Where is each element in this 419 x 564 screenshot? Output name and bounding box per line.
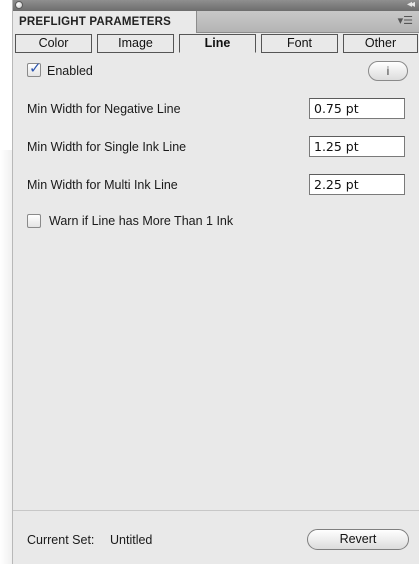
checkmark-icon: ✓ bbox=[29, 60, 42, 77]
negative-line-width-input[interactable]: 0.75 pt bbox=[309, 98, 405, 119]
tab-font[interactable]: Font bbox=[261, 34, 338, 53]
enabled-label: Enabled bbox=[47, 64, 93, 78]
panel-menu-icon[interactable]: ▾☰ bbox=[398, 15, 413, 27]
collapse-icon[interactable]: ◂◂ bbox=[407, 0, 415, 11]
warn-multi-ink-label: Warn if Line has More Than 1 Ink bbox=[49, 214, 234, 228]
preflight-parameters-panel: ◂◂ PREFLIGHT PARAMETERS ▾☰ Color Image L… bbox=[12, 0, 419, 564]
info-button[interactable]: i bbox=[368, 61, 408, 81]
enabled-checkbox[interactable]: ✓ bbox=[27, 60, 42, 77]
panel-tab-title[interactable]: PREFLIGHT PARAMETERS bbox=[13, 11, 197, 33]
close-panel-icon[interactable] bbox=[15, 1, 23, 9]
current-set-label: Current Set: bbox=[27, 533, 95, 547]
multi-ink-line-width-input[interactable]: 2.25 pt bbox=[309, 174, 405, 195]
footer-divider bbox=[13, 510, 419, 511]
multi-ink-line-label: Min Width for Multi Ink Line bbox=[27, 178, 178, 192]
single-ink-line-width-input[interactable]: 1.25 pt bbox=[309, 136, 405, 157]
category-tabs: Color Image Line Font Other bbox=[13, 34, 419, 53]
panel-tabstrip: PREFLIGHT PARAMETERS ▾☰ bbox=[13, 11, 419, 33]
current-set-value: Untitled bbox=[110, 533, 153, 547]
negative-line-label: Min Width for Negative Line bbox=[27, 102, 181, 116]
warn-multi-ink-checkbox[interactable] bbox=[27, 214, 41, 228]
tab-color[interactable]: Color bbox=[15, 34, 92, 53]
panel-titlebar: ◂◂ bbox=[13, 0, 419, 11]
revert-button[interactable]: Revert bbox=[307, 529, 409, 550]
tab-image[interactable]: Image bbox=[97, 34, 174, 53]
tab-other[interactable]: Other bbox=[343, 34, 418, 53]
background-shadow bbox=[0, 150, 12, 564]
tab-line[interactable]: Line bbox=[179, 34, 256, 53]
single-ink-line-label: Min Width for Single Ink Line bbox=[27, 140, 187, 154]
